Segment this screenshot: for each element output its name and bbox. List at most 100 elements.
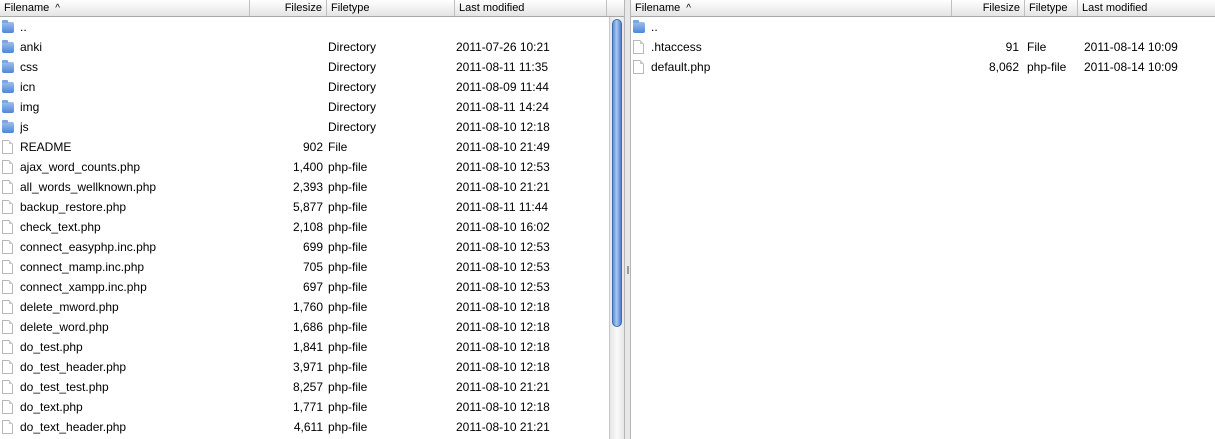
folder-row[interactable]: icn Directory 2011-08-09 11:44 xyxy=(0,77,624,97)
last-modified: 2011-08-10 12:53 xyxy=(456,260,550,274)
file-size: 91 xyxy=(1005,40,1019,54)
file-row[interactable]: delete_mword.php 1,760 php-file 2011-08-10 … xyxy=(0,297,624,317)
file-icon xyxy=(2,220,13,234)
last-modified: 2011-08-10 12:18 xyxy=(456,340,550,354)
file-row[interactable]: all_words_wellknown.php 2,393 php-file 2011… xyxy=(0,177,624,197)
last-modified: 2011-08-11 11:35 xyxy=(456,60,549,74)
file-row[interactable]: README 902 File 2011-08-10 21:49 xyxy=(0,137,624,157)
last-modified: 2011-08-10 21:21 xyxy=(456,180,550,194)
file-row[interactable]: connect_easyphp.inc.php 699 php-file 2011-0… xyxy=(0,237,624,257)
file-size xyxy=(250,57,323,77)
last-modified: 2011-08-10 12:53 xyxy=(456,280,550,294)
left-header-filename[interactable]: Filename ^ xyxy=(0,0,250,16)
file-size: 2,393 xyxy=(292,180,323,194)
file-row[interactable]: ajax_word_counts.php 1,400 php-file 2011-08… xyxy=(0,157,624,177)
left-column-header: Filename ^ Filesize Filetype Last modifie… xyxy=(0,0,624,17)
file-row[interactable]: delete_word.php 1,686 php-file 2011-08-10 1… xyxy=(0,317,624,337)
file-icon xyxy=(2,400,13,414)
file-type: Directory xyxy=(328,40,377,54)
file-type: File xyxy=(1027,40,1047,54)
file-icon xyxy=(2,180,13,194)
file-icon xyxy=(633,40,644,54)
file-row[interactable]: connect_xampp.inc.php 697 php-file 2011-08-… xyxy=(0,277,624,297)
right-column-header: Filename ^ Filesize Filetype Last modifie… xyxy=(631,0,1215,17)
file-name: delete_mword.php xyxy=(20,300,119,314)
file-row[interactable]: connect_mamp.inc.php 705 php-file 2011-08-1… xyxy=(0,257,624,277)
file-type: php-file xyxy=(328,320,368,334)
file-icon xyxy=(2,140,13,154)
folder-icon xyxy=(2,100,14,113)
file-type: php-file xyxy=(328,420,368,434)
left-scroll-thumb[interactable] xyxy=(612,19,622,327)
file-type: Directory xyxy=(328,120,377,134)
last-modified: 2011-08-10 12:18 xyxy=(456,120,550,134)
left-vertical-scrollbar[interactable] xyxy=(609,17,624,439)
file-row[interactable]: .htaccess 91 File 2011-08-14 10:09 xyxy=(631,37,1215,57)
folder-icon xyxy=(2,120,14,133)
file-icon xyxy=(2,360,13,374)
local-file-list[interactable]: Filename ^ Filesize Filetype Last modifie… xyxy=(0,0,624,439)
file-type: php-file xyxy=(328,340,368,354)
left-rows: .. anki Directory 2011-07-26 10:21 css Direct… xyxy=(0,17,624,437)
file-type: php-file xyxy=(328,280,368,294)
folder-icon xyxy=(2,40,14,53)
file-icon xyxy=(2,340,13,354)
file-name: backup_restore.php xyxy=(20,200,127,214)
file-row[interactable]: check_text.php 2,108 php-file 2011-08-10 16… xyxy=(0,217,624,237)
file-row[interactable]: do_test_header.php 3,971 php-file 2011-08-1… xyxy=(0,357,624,377)
file-size: 3,971 xyxy=(292,360,323,374)
right-header-filetype[interactable]: Filetype xyxy=(1025,0,1078,16)
file-type: php-file xyxy=(328,220,368,234)
file-name: connect_easyphp.inc.php xyxy=(20,240,157,254)
file-row[interactable]: do_test_test.php 8,257 php-file 2011-08-10 … xyxy=(0,377,624,397)
folder-icon xyxy=(633,20,645,33)
last-modified: 2011-08-11 14:24 xyxy=(456,100,549,114)
file-icon xyxy=(2,240,13,254)
folder-icon xyxy=(2,20,14,33)
file-name: do_text.php xyxy=(20,400,83,414)
left-header-filesize[interactable]: Filesize xyxy=(250,0,327,16)
file-name: .. xyxy=(20,20,27,34)
file-size: 902 xyxy=(302,140,323,154)
file-name: icn xyxy=(20,80,36,94)
file-size xyxy=(250,17,323,37)
file-row[interactable]: backup_restore.php 5,877 php-file 2011-08-1… xyxy=(0,197,624,217)
file-row[interactable]: do_test.php 1,841 php-file 2011-08-10 12:18 xyxy=(0,337,624,357)
folder-icon xyxy=(2,60,14,73)
pane-splitter[interactable] xyxy=(624,0,631,439)
right-header-filename[interactable]: Filename ^ xyxy=(631,0,952,16)
file-type: php-file xyxy=(328,260,368,274)
file-name: default.php xyxy=(651,60,711,74)
folder-row[interactable]: anki Directory 2011-07-26 10:21 xyxy=(0,37,624,57)
right-header-filesize[interactable]: Filesize xyxy=(952,0,1025,16)
file-size: 2,108 xyxy=(292,220,323,234)
file-size xyxy=(250,97,323,117)
file-row[interactable]: do_text_header.php 4,611 php-file 2011-08-1… xyxy=(0,417,624,437)
file-name: img xyxy=(20,100,40,114)
right-rows: .. .htaccess 91 File 2011-08-14 10:09 default… xyxy=(631,17,1215,77)
file-type: Directory xyxy=(328,80,377,94)
folder-row[interactable]: css Directory 2011-08-11 11:35 xyxy=(0,57,624,77)
folder-icon xyxy=(2,80,14,93)
file-name: connect_xampp.inc.php xyxy=(20,280,147,294)
file-name: js xyxy=(20,120,29,134)
file-row[interactable]: do_text.php 1,771 php-file 2011-08-10 12:18 xyxy=(0,397,624,417)
file-type: Directory xyxy=(328,60,377,74)
file-name: connect_mamp.inc.php xyxy=(20,260,145,274)
folder-row[interactable]: .. xyxy=(631,17,1215,37)
right-header-modified[interactable]: Last modified xyxy=(1078,0,1215,16)
file-type xyxy=(328,17,448,37)
file-name: check_text.php xyxy=(20,220,101,234)
last-modified: 2011-08-10 21:21 xyxy=(456,380,550,394)
folder-row[interactable]: js Directory 2011-08-10 12:18 xyxy=(0,117,624,137)
left-header-modified[interactable]: Last modified xyxy=(455,0,607,16)
folder-row[interactable]: .. xyxy=(0,17,624,37)
file-name: ajax_word_counts.php xyxy=(20,160,141,174)
left-header-filetype[interactable]: Filetype xyxy=(327,0,455,16)
file-row[interactable]: default.php 8,062 php-file 2011-08-14 10:09 xyxy=(631,57,1215,77)
file-name: all_words_wellknown.php xyxy=(20,180,157,194)
left-header-filename-label: Filename xyxy=(4,2,50,14)
last-modified: 2011-07-26 10:21 xyxy=(456,40,550,54)
folder-row[interactable]: img Directory 2011-08-11 14:24 xyxy=(0,97,624,117)
remote-file-list[interactable]: Filename ^ Filesize Filetype Last modifie… xyxy=(631,0,1215,439)
